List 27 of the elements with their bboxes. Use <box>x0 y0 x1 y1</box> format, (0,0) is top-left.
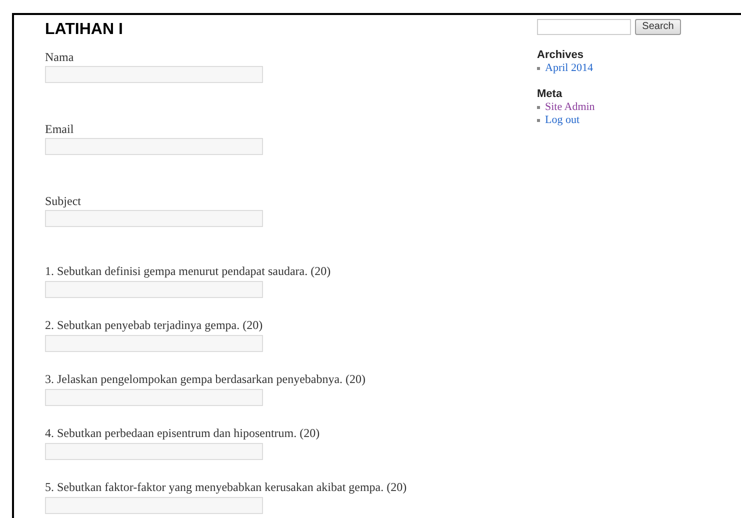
input-field[interactable] <box>45 138 263 155</box>
sidebar-link[interactable]: Site Admin <box>545 101 595 113</box>
input-field[interactable] <box>45 281 263 298</box>
bullet-icon <box>537 118 540 122</box>
sidebar-heading: Archives <box>537 49 584 61</box>
input-field[interactable] <box>45 389 263 406</box>
search-button[interactable]: Search <box>635 19 681 35</box>
input-field[interactable] <box>45 335 263 352</box>
field-label: Nama <box>45 50 75 64</box>
sidebar-link[interactable]: April 2014 <box>545 62 593 74</box>
question-label: 2. Sebutkan penyebab terjadinya gempa. (20) <box>45 318 264 332</box>
field-label: Email <box>45 122 75 136</box>
sidebar-heading: Meta <box>537 88 564 100</box>
page-title: LATIHAN I <box>45 21 124 39</box>
field-label: Subject <box>45 194 82 208</box>
input-field[interactable] <box>45 210 263 227</box>
input-field[interactable] <box>45 443 263 460</box>
question-label: 1. Sebutkan definisi gempa menurut pendapat saudara. (20) <box>45 264 332 278</box>
input-field[interactable] <box>45 497 263 514</box>
search-field[interactable] <box>537 19 631 35</box>
bullet-icon <box>537 106 540 108</box>
input-field[interactable] <box>45 66 263 83</box>
question-label: 5. Sebutkan faktor-faktor yang menyebabkan kerusakan akibat gempa. (20) <box>45 480 408 494</box>
question-label: 3. Jelaskan pengelompokan gempa berdasarkan penyebabnya. (20) <box>45 372 367 386</box>
question-label: 4. Sebutkan perbedaan episentrum dan hiposentrum. (20) <box>45 426 321 440</box>
bullet-icon <box>537 66 540 70</box>
sidebar-link[interactable]: Log out <box>545 114 580 126</box>
